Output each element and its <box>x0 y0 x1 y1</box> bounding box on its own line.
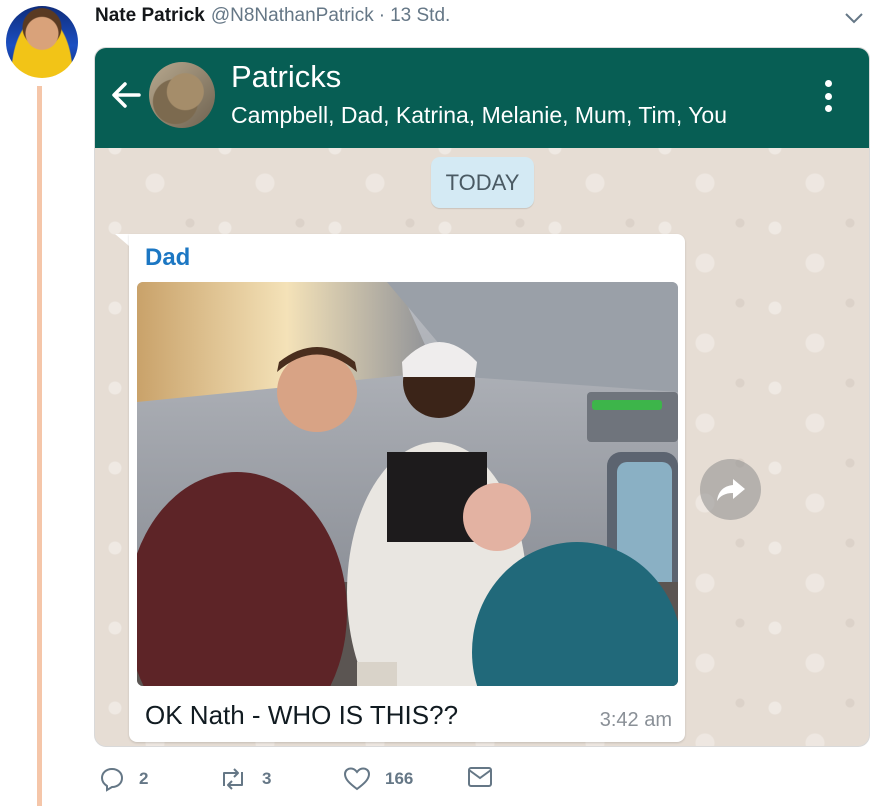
like-button[interactable]: 166 <box>343 766 413 792</box>
heart-icon <box>343 767 371 791</box>
message-photo[interactable] <box>137 282 678 686</box>
retweet-count: 3 <box>262 769 272 788</box>
retweet-icon <box>223 768 243 790</box>
author-name[interactable]: Nate Patrick <box>95 5 205 27</box>
tweet-header: Nate Patrick @N8NathanPatrick · 13 Std. <box>95 5 450 29</box>
separator-dot: · <box>378 5 386 26</box>
envelope-icon <box>468 767 492 787</box>
reply-icon <box>100 767 124 792</box>
chevron-down-icon[interactable] <box>842 6 866 30</box>
message-bubble[interactable]: Dad OK Nath - WHO IS THIS?? 3:42 am <box>129 234 685 742</box>
group-members: Campbell, Dad, Katrina, Melanie, Mum, Ti… <box>231 102 728 128</box>
date-chip: TODAY <box>431 157 534 208</box>
tweet-timestamp[interactable]: 13 Std. <box>390 5 450 27</box>
chat-header: Patricks Campbell, Dad, Katrina, Melanie… <box>95 48 869 148</box>
reply-button[interactable]: 2 <box>99 766 148 792</box>
author-handle[interactable]: @N8NathanPatrick <box>211 5 374 27</box>
sender-name: Dad <box>145 244 191 271</box>
retweet-button[interactable]: 3 <box>218 766 271 792</box>
message-text: OK Nath - WHO IS THIS?? <box>145 700 459 730</box>
whatsapp-screenshot[interactable]: Patricks Campbell, Dad, Katrina, Melanie… <box>94 47 870 747</box>
author-avatar[interactable] <box>6 6 78 78</box>
forward-icon[interactable] <box>700 459 761 520</box>
reply-count: 2 <box>139 769 149 788</box>
bubble-tail <box>115 234 129 246</box>
message-time: 3:42 am <box>599 709 672 731</box>
group-title: Patricks <box>231 59 342 94</box>
like-count: 166 <box>385 769 414 788</box>
back-arrow-icon[interactable] <box>109 78 143 112</box>
thread-line <box>37 86 42 806</box>
group-avatar[interactable] <box>149 62 215 128</box>
direct-message-button[interactable] <box>467 766 507 788</box>
more-vertical-icon[interactable] <box>815 78 841 114</box>
